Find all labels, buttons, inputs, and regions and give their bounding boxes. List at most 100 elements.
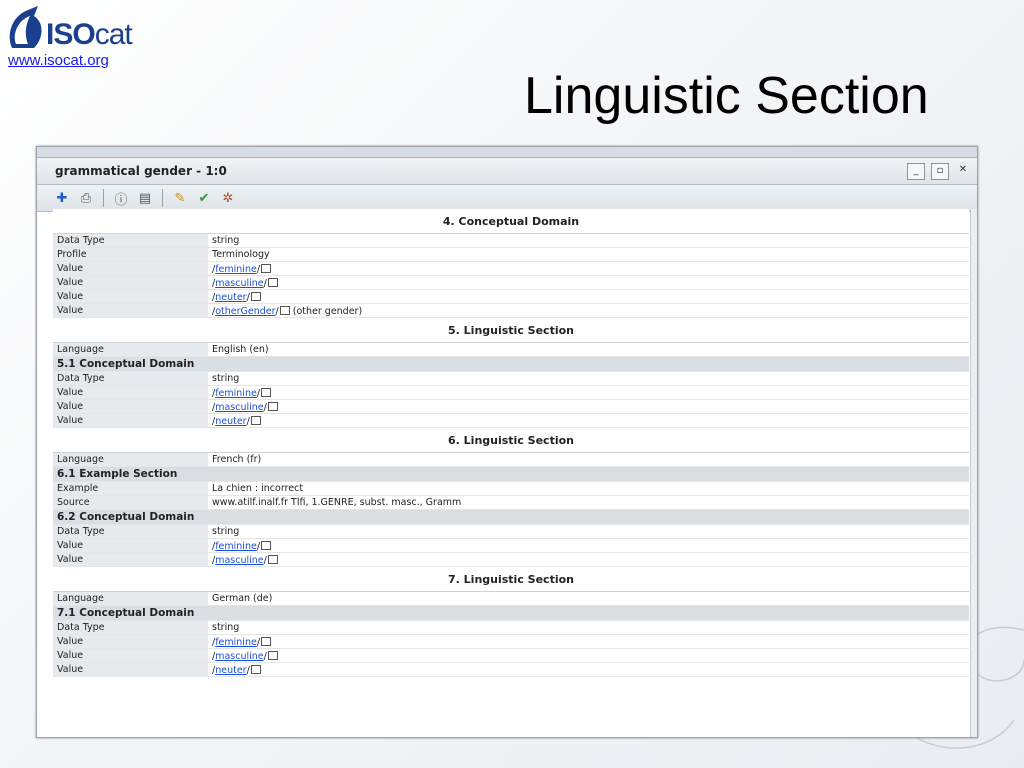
value-link[interactable]: feminine (215, 264, 257, 275)
toolbar-separator (103, 189, 104, 207)
table-row: Value/masculine/ (53, 552, 969, 567)
cat-silhouette-icon (9, 6, 42, 48)
field-label: Data Type (53, 524, 208, 539)
external-link-icon[interactable] (267, 650, 278, 660)
toolbar-separator (162, 189, 163, 207)
field-value: /neuter/ (208, 662, 969, 677)
value-link[interactable]: masculine (215, 402, 263, 413)
value-link[interactable]: masculine (215, 278, 263, 289)
field-label: Value (53, 275, 208, 290)
field-label: Language (53, 342, 208, 357)
table-row: Data Type string (53, 524, 969, 539)
table-row: Value/neuter/ (53, 662, 969, 677)
field-value: /feminine/ (208, 385, 969, 400)
value-link[interactable]: masculine (215, 555, 263, 566)
field-label: Value (53, 634, 208, 649)
field-label: Value (53, 662, 208, 677)
field-label: Source (53, 495, 208, 510)
field-label: Value (53, 289, 208, 304)
field-value: /masculine/ (208, 399, 969, 414)
edit-icon[interactable]: ✎ (171, 189, 189, 207)
value-link[interactable]: neuter (215, 665, 246, 676)
table-row: Data Type string (53, 371, 969, 386)
table-row: Example La chien : incorrect (53, 481, 969, 496)
field-value: /otherGender/ (other gender) (208, 303, 969, 318)
external-link-icon[interactable] (261, 540, 272, 550)
section-heading: 7. Linguistic Section (53, 566, 969, 592)
minimize-button[interactable]: _ (907, 163, 925, 180)
value-link[interactable]: feminine (215, 388, 257, 399)
field-label: Example (53, 481, 208, 496)
field-value: German (de) (208, 591, 969, 606)
close-button[interactable]: ✕ (955, 163, 971, 178)
slide-title: Linguistic Section (524, 67, 929, 125)
subsection-heading: 6.2 Conceptual Domain (53, 509, 969, 525)
value-link[interactable]: neuter (215, 416, 246, 427)
field-value: La chien : incorrect (208, 481, 969, 496)
table-row: Data Type string (53, 620, 969, 635)
table-row: Value/masculine/ (53, 275, 969, 290)
field-value: /feminine/ (208, 261, 969, 276)
section-heading: 5. Linguistic Section (53, 317, 969, 343)
add-icon[interactable]: ✚ (53, 189, 71, 207)
field-value: string (208, 233, 969, 248)
field-value: /neuter/ (208, 289, 969, 304)
field-value: string (208, 524, 969, 539)
website-link[interactable]: www.isocat.org (8, 52, 109, 69)
check-icon[interactable]: ✔ (195, 189, 213, 207)
field-value: string (208, 620, 969, 635)
external-link-icon[interactable] (279, 305, 290, 315)
section-heading-label: 4. Conceptual Domain (53, 209, 969, 234)
window-toolbar: ✚ ⎙ ⓘ ▤ ✎ ✔ ✲ (37, 185, 977, 212)
field-label: Value (53, 552, 208, 567)
external-link-icon[interactable] (267, 401, 278, 411)
datacategory-table: 4. Conceptual Domain Data Type string Profi… (53, 209, 969, 677)
field-value: /masculine/ (208, 552, 969, 567)
field-label: Profile (53, 247, 208, 262)
restore-button[interactable]: ▫ (931, 163, 949, 180)
external-link-icon[interactable] (250, 664, 261, 674)
field-value: /feminine/ (208, 538, 969, 553)
external-link-icon[interactable] (267, 277, 278, 287)
section-heading-label: 5. Linguistic Section (53, 317, 969, 343)
subsection-heading-label: 5.1 Conceptual Domain (53, 356, 969, 372)
external-link-icon[interactable] (261, 387, 272, 397)
value-link[interactable]: feminine (215, 541, 257, 552)
network-icon[interactable]: ✲ (219, 189, 237, 207)
table-row: Language English (en) (53, 342, 969, 357)
external-link-icon[interactable] (261, 263, 272, 273)
table-row: Source www.atilf.inalf.fr Tlfi, 1.GENRE, … (53, 495, 969, 510)
section-heading: 4. Conceptual Domain (53, 209, 969, 234)
field-label: Value (53, 538, 208, 553)
field-value: English (en) (208, 342, 969, 357)
table-row: Data Type string (53, 233, 969, 248)
field-value: www.atilf.inalf.fr Tlfi, 1.GENRE, subst.… (208, 495, 969, 510)
section-heading-label: 6. Linguistic Section (53, 427, 969, 453)
section-heading: 6. Linguistic Section (53, 427, 969, 453)
external-link-icon[interactable] (261, 636, 272, 646)
vertical-scrollbar[interactable] (970, 209, 977, 737)
table-row: Value/feminine/ (53, 261, 969, 276)
field-label: Data Type (53, 371, 208, 386)
external-link-icon[interactable] (250, 291, 261, 301)
value-link[interactable]: otherGender (215, 306, 275, 317)
print-icon[interactable]: ⎙ (77, 189, 95, 207)
window-top-strip (37, 147, 977, 158)
field-label: Value (53, 648, 208, 663)
external-link-icon[interactable] (267, 554, 278, 564)
value-link[interactable]: neuter (215, 292, 246, 303)
value-link[interactable]: masculine (215, 651, 263, 662)
subsection-heading-label: 6.2 Conceptual Domain (53, 509, 969, 525)
table-row: Value/neuter/ (53, 413, 969, 428)
field-value: Terminology (208, 247, 969, 262)
value-link[interactable]: feminine (215, 637, 257, 648)
table-row: Value/otherGender/ (other gender) (53, 303, 969, 318)
field-label: Value (53, 303, 208, 318)
external-link-icon[interactable] (250, 415, 261, 425)
field-label: Value (53, 261, 208, 276)
info-icon[interactable]: ⓘ (112, 189, 130, 208)
field-label: Value (53, 399, 208, 414)
subsection-heading: 6.1 Example Section (53, 466, 969, 482)
properties-icon[interactable]: ▤ (136, 189, 154, 207)
table-row: Value/masculine/ (53, 648, 969, 663)
